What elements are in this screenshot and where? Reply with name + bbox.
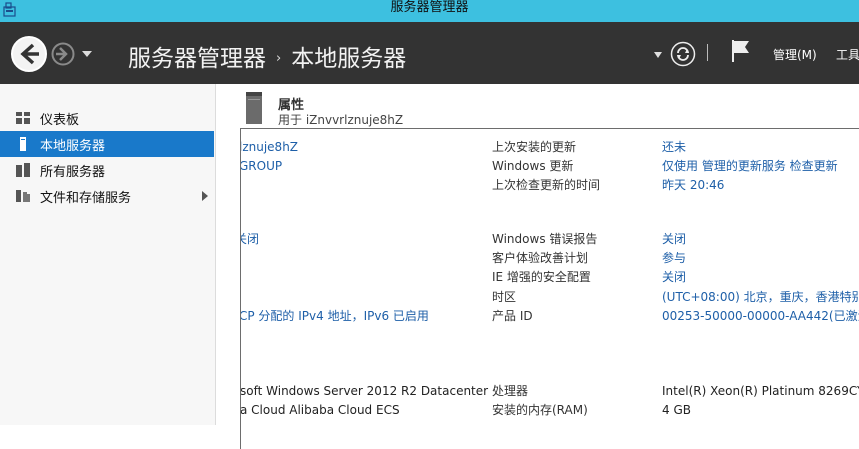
sidebar-item-label: 所有服务器 [40,164,106,180]
error-reporting-link[interactable]: 关闭 [662,231,686,247]
sidebar-item-label: 仪表板 [40,112,80,128]
sidebar-item-all-servers[interactable]: 所有服务器 [0,157,214,183]
sidebar-item-label: 文件和存储服务 [40,190,132,206]
ceip-link[interactable]: 参与 [662,250,686,266]
property-label: 产品 ID [492,309,533,323]
header-bar: 服务器管理器 › 本地服务器 管理(M) 工具 [0,22,859,84]
header-divider [707,44,708,61]
refresh-button[interactable] [670,41,696,67]
ethernet-link[interactable]: CP 分配的 IPv4 地址，IPv6 已启用 [241,308,429,324]
dashboard-icon [16,112,30,124]
property-label: 上次检查更新的时间 [492,178,601,192]
history-dropdown-icon[interactable] [81,49,93,59]
all-servers-icon [16,163,30,177]
last-installed-updates-link[interactable]: 还未 [662,139,686,155]
time-zone-link[interactable]: (UTC+08:00) 北京，重庆，香港特别行政区 [662,289,859,305]
breadcrumb: 服务器管理器 › 本地服务器 [128,39,406,73]
menu-tools[interactable]: 工具 [836,46,859,63]
local-server-icon [20,137,26,151]
computer-name-link[interactable]: lznuje8hZ [241,139,298,155]
memory-value: 4 GB [662,403,691,417]
properties-subtitle: 用于 iZnvvrlznuje8hZ [278,113,404,127]
expand-arrow-icon[interactable] [202,191,208,201]
sidebar-item-local-server[interactable]: 本地服务器 [0,131,214,157]
forward-button[interactable] [51,42,75,66]
properties-tile: lznuje8hZ GROUP 关闭 CP 分配的 IPv4 地址，IPv6 已… [240,128,859,449]
property-label: Windows 更新 [492,159,574,173]
property-label: 处理器 [492,384,529,398]
ie-esc-link[interactable]: 关闭 [662,269,686,285]
dropdown-icon[interactable] [653,51,663,59]
property-label: IE 增强的安全配置 [492,270,591,284]
sidebar-item-label: 本地服务器 [40,138,106,154]
property-label: 上次安装的更新 [492,140,577,154]
sidebar-item-file-storage[interactable]: 文件和存储服务 [0,183,214,209]
breadcrumb-root[interactable]: 服务器管理器 [128,46,266,72]
product-id-link[interactable]: 00253-50000-00000-AA442(已激活) [662,308,859,324]
property-label: Windows 错误报告 [492,232,598,246]
sidebar: 仪表板 本地服务器 所有服务器 文件和存储服务 [0,84,216,425]
property-label: 安装的内存(RAM) [492,403,588,417]
hardware-value: a Cloud Alibaba Cloud ECS [240,403,400,417]
menu-manage[interactable]: 管理(M) [773,46,817,63]
sidebar-item-dashboard[interactable]: 仪表板 [0,105,214,131]
breadcrumb-separator-icon: › [276,51,282,66]
windows-update-link[interactable]: 仅使用 管理的更新服务 检查更新 [662,158,838,174]
last-checked-updates-link[interactable]: 昨天 20:46 [662,177,724,193]
notifications-flag-icon[interactable] [730,38,752,64]
processor-value: Intel(R) Xeon(R) Platinum 8269CY CPU [662,384,859,398]
firewall-link[interactable]: 关闭 [241,231,259,247]
window-title: 服务器管理器 [390,0,469,15]
back-button[interactable] [10,35,48,73]
file-storage-icon [16,190,30,202]
os-version-value: soft Windows Server 2012 R2 Datacenter [240,384,489,398]
property-label: 客户体验改善计划 [492,251,589,265]
breadcrumb-current: 本地服务器 [291,46,407,72]
workgroup-link[interactable]: GROUP [241,158,282,174]
property-label: 时区 [492,290,517,304]
title-bar: 服务器管理器 [0,0,859,22]
server-properties-icon [246,92,262,124]
main-content: 属性 用于 iZnvvrlznuje8hZ lznuje8hZ GROUP 关闭… [216,84,859,449]
